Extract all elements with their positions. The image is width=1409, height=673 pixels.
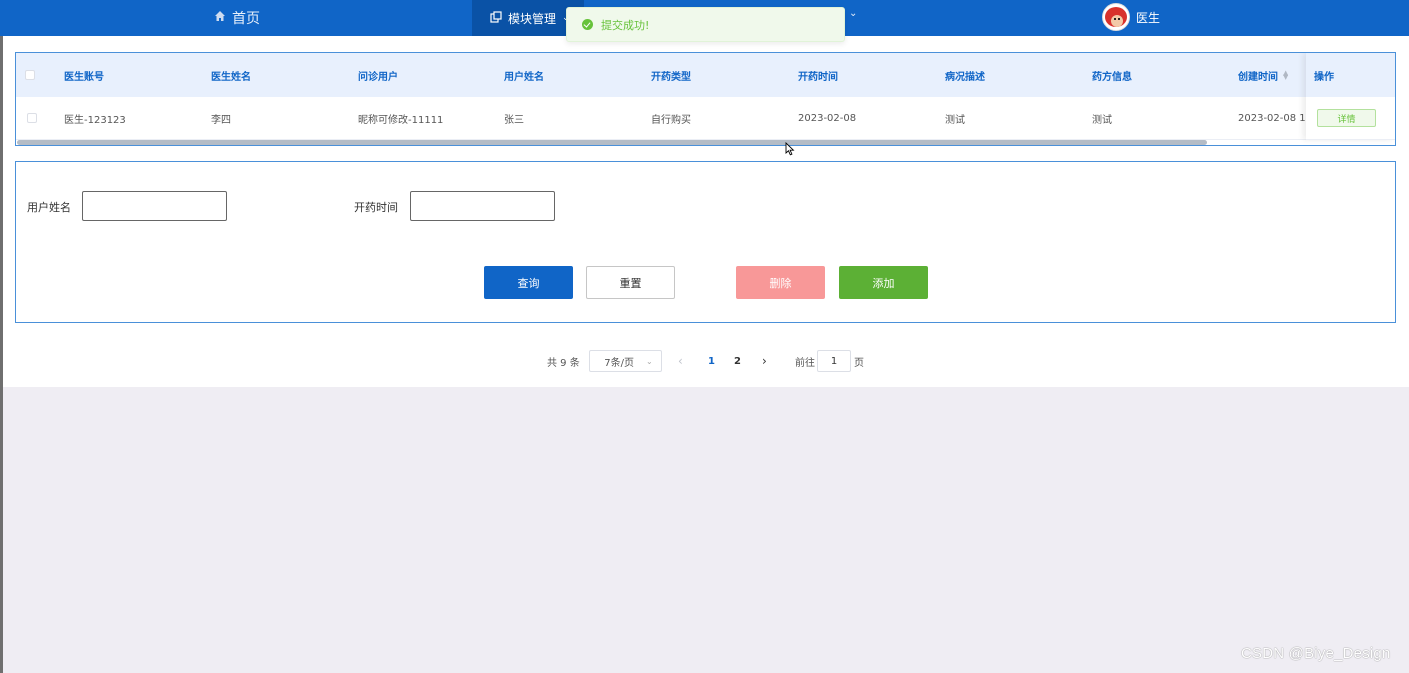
mouse-cursor-icon	[785, 142, 795, 156]
column-header-sortable[interactable]: 创建时间 ▲ ▼	[1238, 53, 1288, 97]
select-all-checkbox[interactable]	[25, 53, 35, 97]
table-cell: 2023-02-08	[798, 112, 857, 124]
column-header: 药方信息	[1092, 71, 1132, 83]
watermark: CSDN @Biye_Design	[1241, 645, 1391, 662]
toast-message: 提交成功!	[601, 18, 650, 32]
column-header: 操作	[1306, 53, 1395, 97]
chevron-down-icon[interactable]: ⌄	[849, 8, 857, 19]
goto-page-input[interactable]: 1	[817, 350, 851, 372]
column-header: 医生姓名	[211, 71, 251, 83]
table-row: 医生-123123 李四 昵称可修改-11111 张三 自行购买 2023-02…	[16, 97, 1395, 140]
nav-home-label: 首页	[232, 11, 260, 27]
detail-button[interactable]: 详情	[1317, 109, 1376, 127]
column-header-label: 创建时间	[1238, 71, 1278, 83]
table-cell: 昵称可修改-11111	[358, 114, 444, 126]
query-button[interactable]: 查询	[484, 266, 573, 299]
user-name-label: 用户姓名	[27, 201, 71, 214]
check-circle-icon	[582, 19, 593, 30]
delete-button[interactable]: 删除	[736, 266, 825, 299]
table-cell: 测试	[945, 114, 965, 126]
column-header: 开药时间	[798, 71, 838, 83]
table-cell: 李四	[211, 114, 231, 126]
table-cell: 张三	[504, 114, 524, 126]
page-number[interactable]: 2	[734, 350, 741, 372]
table-header: 医生账号 医生姓名 问诊用户 用户姓名 开药类型 开药时间 病况描述 药方信息 …	[16, 53, 1395, 97]
action-cell: 详情	[1306, 97, 1395, 140]
table-cell: 自行购买	[651, 114, 691, 126]
column-header: 开药类型	[651, 71, 691, 83]
horizontal-scrollbar[interactable]	[17, 140, 1207, 145]
prev-page-button[interactable]: ‹	[678, 350, 683, 372]
table-cell: 医生-123123	[64, 114, 126, 126]
chevron-down-icon: ⌄	[646, 356, 653, 366]
reset-button[interactable]: 重置	[586, 266, 675, 299]
user-menu[interactable]: 医生	[1102, 3, 1160, 31]
home-icon	[214, 10, 226, 26]
column-header: 病况描述	[945, 71, 985, 83]
nav-module-label: 模块管理	[508, 11, 557, 26]
row-checkbox[interactable]	[27, 97, 37, 139]
avatar	[1102, 3, 1130, 31]
chevron-right-icon: ›	[762, 354, 767, 368]
page-size-value: 7条/页	[604, 357, 635, 369]
prescribe-time-label: 开药时间	[354, 201, 398, 214]
prescribe-time-input[interactable]	[410, 191, 555, 221]
search-form: 用户姓名 开药时间 查询 重置 删除 添加	[15, 161, 1396, 323]
goto-prefix: 前往	[795, 357, 815, 369]
chevron-left-icon: ‹	[678, 354, 683, 368]
sort-icon[interactable]: ▲ ▼	[1283, 70, 1288, 81]
column-header: 问诊用户	[358, 71, 398, 83]
page-size-select[interactable]: 7条/页 ⌄	[589, 350, 662, 372]
user-name: 医生	[1136, 10, 1161, 25]
table-cell: 测试	[1092, 114, 1112, 126]
pagination-total: 共 9 条	[547, 357, 580, 369]
column-header: 用户姓名	[504, 71, 544, 83]
success-toast: 提交成功!	[566, 7, 845, 42]
page-number-current[interactable]: 1	[708, 350, 715, 372]
nav-home[interactable]: 首页	[214, 0, 260, 36]
goto-suffix: 页	[854, 357, 864, 369]
data-table: 医生账号 医生姓名 问诊用户 用户姓名 开药类型 开药时间 病况描述 药方信息 …	[15, 52, 1396, 146]
next-page-button[interactable]: ›	[762, 350, 767, 372]
user-name-input[interactable]	[82, 191, 227, 221]
copy-icon	[490, 10, 502, 26]
add-button[interactable]: 添加	[839, 266, 928, 299]
action-column: 操作 详情	[1306, 53, 1395, 140]
table-cell: 2023-02-08 15	[1238, 112, 1308, 124]
column-header: 医生账号	[64, 71, 104, 83]
